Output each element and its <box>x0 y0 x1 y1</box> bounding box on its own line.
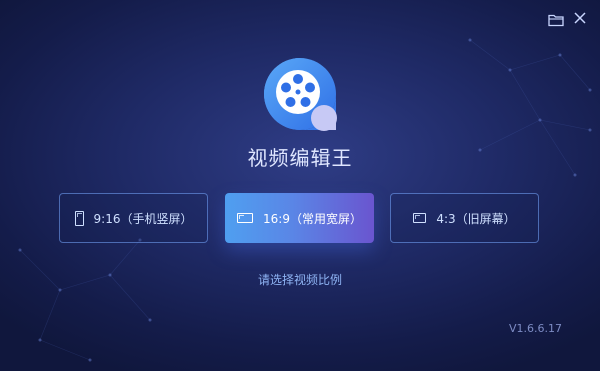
app-title: 视频编辑王 <box>247 146 353 170</box>
close-icon[interactable] <box>572 10 588 26</box>
widescreen-icon <box>237 213 254 223</box>
portrait-screen-icon <box>74 210 84 226</box>
ratio-16-9-button[interactable]: 16:9（常用宽屏） <box>225 193 374 243</box>
film-reel-icon <box>264 58 337 131</box>
ratio-label: 9:16（手机竖屏） <box>93 211 193 226</box>
ratio-label: 16:9（常用宽屏） <box>263 211 362 226</box>
select-ratio-hint: 请选择视频比例 <box>257 273 342 287</box>
ratio-4-3-button[interactable]: 4:3（旧屏幕） <box>390 193 539 243</box>
app-logo <box>262 56 338 132</box>
ratio-label: 4:3（旧屏幕） <box>436 211 516 226</box>
version-label: V1.6.6.17 <box>508 322 562 335</box>
standard-screen-icon <box>413 213 427 223</box>
folder-icon[interactable] <box>548 12 564 27</box>
aspect-ratio-options: 9:16（手机竖屏） 16:9（常用宽屏） 4:3（旧屏幕） <box>0 193 600 245</box>
ratio-9-16-button[interactable]: 9:16（手机竖屏） <box>59 193 208 243</box>
